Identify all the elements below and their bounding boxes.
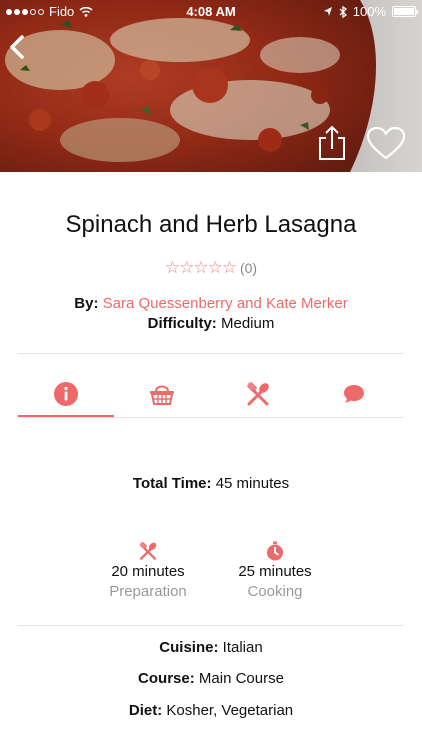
difficulty-label: Difficulty: [147,315,217,332]
difficulty-line: Difficulty: Medium [0,315,422,332]
course-line: Course: Main Course [0,670,422,687]
basket-icon [150,385,174,405]
rating-row[interactable]: ☆☆☆☆☆ (0) [0,258,422,278]
rating-stars-icon[interactable]: ☆☆☆☆☆ [165,258,237,277]
info-icon [54,382,78,406]
cooking-label: Cooking [247,583,303,600]
comment-icon [344,385,364,403]
battery-percent: 100% [352,4,386,19]
utensils-icon [247,382,269,406]
total-time-label: Total Time: [132,475,212,492]
recipe-hero-image: Fido 4:08 AM 100% [0,0,422,172]
tab-ingredients[interactable] [114,372,210,416]
rating-count: (0) [239,260,258,276]
recipe-title: Spinach and Herb Lasagna [65,211,357,238]
difficulty-value: Medium [220,315,275,332]
course-label: Course: [138,670,195,687]
preparation-stat: 20 minutes Preparation [78,540,218,600]
diet-label: Diet: [128,702,163,719]
divider [18,625,404,626]
author-link[interactable]: Sara Quessenberry and Kate Merker [103,295,348,312]
cuisine-line: Cuisine: Italian [0,639,422,656]
diet-value: Kosher, Vegetarian [166,702,294,719]
heart-icon [366,126,406,160]
share-icon [319,125,345,160]
lasagna-photo [0,0,422,172]
share-button[interactable] [316,125,348,161]
total-time-line: Total Time: 45 minutes [0,475,422,492]
favorite-button[interactable] [365,126,407,162]
location-arrow-icon [323,7,332,16]
cuisine-value: Italian [222,639,263,656]
preparation-time: 20 minutes [111,563,185,580]
diet-line: Diet: Kosher, Vegetarian [0,702,422,719]
battery-fill [394,8,414,15]
by-label: By: [74,295,99,312]
chevron-left-icon [10,35,24,59]
total-time-value: 45 minutes [215,475,290,492]
cooking-stat: 25 minutes Cooking [205,540,345,600]
battery-icon [392,6,418,17]
preparation-label: Preparation [109,583,187,600]
bluetooth-icon [339,5,347,18]
tab-info[interactable] [18,372,114,416]
recipe-tabs [18,372,404,420]
utensils-icon [139,541,157,560]
cuisine-label: Cuisine: [159,639,219,656]
author-line: By: Sara Quessenberry and Kate Merker [0,295,422,312]
cooking-time: 25 minutes [238,563,312,580]
timer-icon [267,541,283,561]
tab-reviews[interactable] [306,372,402,416]
status-bar: Fido 4:08 AM 100% [0,0,422,22]
divider [18,353,404,354]
tab-directions[interactable] [210,372,306,416]
divider [18,417,404,418]
back-button[interactable] [6,32,30,62]
course-value: Main Course [198,670,284,687]
